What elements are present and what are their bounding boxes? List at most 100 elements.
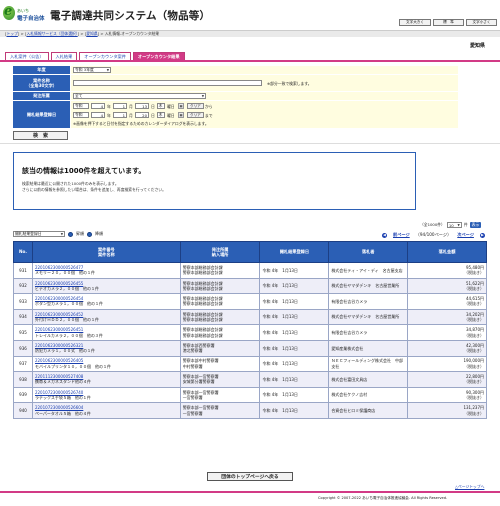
next-icon[interactable]: ▶ — [479, 232, 485, 238]
to-clear-button[interactable]: クリア — [187, 112, 204, 118]
row-section: 警察本部西警察署 港北警察署 — [179, 339, 261, 357]
row-company: 株式会社ケクノ吉村 — [328, 386, 409, 404]
row-company: 有限会社吉谷カメラ — [328, 324, 409, 341]
row-date: 令和 4年 1月13日 — [259, 277, 330, 295]
row-section: 警察本部一宮警察署 一宮警察署 — [179, 402, 261, 419]
result-count-row: （全1000件） 10 ▼ 件 表示 — [420, 222, 482, 228]
year-row: 年度 令和 3年度 ▼ — [13, 66, 458, 75]
row-section: 警察本部総務部会計課 警察本部総務部会計課 — [179, 277, 261, 295]
from-day-input[interactable]: 13 — [135, 103, 149, 109]
table-header-row: No. 案件番号 案件名称 発注所属 納入場所 開札結果登録日 落札者 落札金額 — [13, 241, 487, 263]
font-standard-button[interactable]: 標 準 — [433, 19, 464, 26]
case-number-link[interactable]: 2201062300000526452 — [35, 312, 83, 317]
from-clear-button[interactable]: クリア — [187, 103, 204, 109]
system-title: 電子調達共同システム（物品等） — [50, 10, 211, 22]
table-row: 937 2201062300000526405 モバイルプリンタ１０，００個 他の１… — [13, 355, 487, 373]
col-section: 発注所属 納入場所 — [179, 241, 261, 263]
case-number-link[interactable]: 2201062300000526405 — [35, 358, 83, 363]
font-small-button[interactable]: 文字小さく — [466, 19, 497, 26]
row-company: 株式会社富田文具店 — [328, 371, 409, 388]
case-number-link[interactable]: 2201062300000526451 — [35, 327, 83, 332]
case-name: ボタン型カメラ１，００個 他の１件 — [34, 301, 103, 307]
from-month-input[interactable]: 1 — [113, 103, 127, 109]
tab-bid-notice[interactable]: 入札案件（公告） — [5, 52, 49, 60]
date-hint: ※画像を押下すると日付を指定するためのカレンダーダイアログを表示します。 — [73, 121, 209, 126]
tab-underline — [0, 60, 500, 62]
sort-desc-radio[interactable] — [87, 231, 92, 237]
case-number-link[interactable]: 2201062300000526455 — [35, 281, 83, 286]
case-name: ビデオカメラ２，００個 他の１件 — [34, 285, 99, 291]
row-amount: 131,237円 （税抜き） — [407, 402, 487, 419]
next-page-link[interactable]: 次ページ — [457, 232, 474, 238]
to-weekday: 木 — [157, 112, 165, 118]
row-section: 警察本部総務部会計課 警察本部総務部会計課 — [179, 293, 261, 310]
case-name: ラテックス手袋５箱 他の１件 — [34, 395, 91, 401]
result-count: （全1000件） — [420, 222, 445, 227]
row-company: 合資会社ヒロミ保護商店 — [328, 402, 409, 419]
to-month-input[interactable]: 1 — [113, 112, 127, 118]
row-no: 934 — [13, 308, 33, 326]
prev-page-link[interactable]: 前ページ — [393, 232, 410, 238]
case-number-link[interactable]: 2201072300000526604 — [35, 405, 83, 410]
breadcrumb: [トップ] > [入札情報サービス（団体選択）] > [愛知県] > 入札情報-… — [5, 31, 160, 36]
breadcrumb-service[interactable]: 入札情報サービス（団体選択） — [26, 31, 77, 36]
tab-open-counter-case[interactable]: オープンカウンタ案件 — [79, 52, 131, 60]
row-date: 令和 4年 1月13日 — [259, 371, 330, 388]
col-no: No. — [13, 241, 33, 263]
table-row: 938 2201112300000527408 携帯＆メガネスタンド他の４件 警察本部… — [13, 371, 487, 388]
row-company: 愛知産業株式会社 — [328, 339, 409, 357]
row-amount: 34,870円 （税抜き） — [407, 324, 487, 341]
row-section: 警察本部総務部会計課 警察本部総務部会計課 — [179, 324, 261, 341]
to-day-input[interactable]: 20 — [135, 112, 149, 118]
row-company: 株式会社ヤマダデンキ 名古屋営業所 — [328, 308, 409, 326]
to-era-select[interactable]: 令和 — [73, 112, 89, 118]
font-large-button[interactable]: 文字大きく — [399, 19, 431, 26]
row-item: 2201072300000526604 ペーパータオル５箱 他の４件 — [31, 402, 181, 419]
tab-bid-result[interactable]: 入札結果 — [50, 52, 78, 60]
row-date: 令和 4年 1月13日 — [259, 402, 330, 419]
from-year-input[interactable]: 4 — [91, 103, 105, 109]
tab-bar: 入札案件（公告） 入札結果 オープンカウンタ案件 オープンカウンタ結果 — [5, 52, 185, 60]
breadcrumb-top[interactable]: トップ — [6, 31, 17, 36]
logo-text: 電子自治体 — [17, 16, 45, 22]
row-date: 令和 4年 1月13日 — [259, 262, 330, 279]
pager: ◀ 前ページ （94/100ページ） 次ページ ▶ — [382, 232, 485, 238]
row-item: 2201112300000527408 携帯＆メガネスタンド他の４件 — [31, 371, 181, 388]
case-name: トレイルカメラ２，００個 他の３件 — [34, 332, 103, 338]
row-item: 2201062300000526455 ビデオカメラ２，００個 他の１件 — [31, 277, 181, 295]
table-row: 933 2201062300000526454 ボタン型カメラ１，００個 他の１件警… — [13, 293, 487, 310]
row-no: 931 — [13, 262, 33, 279]
page-info: （94/100ページ） — [415, 232, 452, 237]
to-year-input[interactable]: 4 — [91, 112, 105, 118]
search-button[interactable]: 検 索 — [13, 131, 68, 140]
prev-icon[interactable]: ◀ — [382, 232, 387, 238]
tab-open-counter-result[interactable]: オープンカウンタ結果 — [132, 52, 185, 60]
per-page-select[interactable]: 10 ▼ — [446, 222, 462, 228]
row-no: 932 — [13, 277, 33, 295]
case-number-link[interactable]: 2201072300000526740 — [35, 390, 83, 395]
from-era-select[interactable]: 令和 — [73, 103, 89, 109]
case-name: メモリー２０，００個 他の１件 — [34, 270, 95, 276]
year-select[interactable]: 令和 3年度 ▼ — [73, 67, 111, 73]
sort-asc-radio[interactable] — [68, 231, 73, 237]
calendar-icon[interactable]: ▦ — [178, 103, 184, 109]
calendar-icon[interactable]: ▦ — [178, 112, 184, 118]
col-amount: 落札金額 — [407, 241, 487, 263]
row-item: 2201062300000526321 防犯カメラ１，００式 他の１件 — [31, 339, 181, 357]
page-top-link[interactable]: △ページトップへ — [455, 484, 484, 490]
name-input[interactable] — [73, 80, 262, 86]
row-company: 株式会社ヤマダデンキ 名古屋営業所 — [328, 277, 409, 295]
case-name: モバイルプリンタ１０，００個 他の１件 — [34, 363, 111, 369]
row-item: 2201062300000526454 ボタン型カメラ１，００個 他の１件 — [31, 293, 181, 310]
row-no: 940 — [13, 402, 33, 419]
section-select[interactable]: 全て ▼ — [73, 93, 206, 99]
back-to-top-button[interactable]: 団体のトップページへ戻る — [207, 472, 293, 481]
row-no: 937 — [13, 355, 33, 373]
table-row: 940 2201072300000526604 ペーパータオル５箱 他の４件 警察本部… — [13, 402, 487, 419]
display-button[interactable]: 表示 — [469, 222, 482, 228]
row-company: 株式会社ティ・アイ・ディ 名古屋支店 — [328, 262, 409, 279]
row-amount: 190,000円 （税抜き） — [407, 355, 487, 373]
table-row: 939 2201072300000526740 ラテックス手袋５箱 他の１件 警察本部… — [13, 386, 487, 404]
breadcrumb-org[interactable]: 愛知県 — [86, 31, 97, 36]
sort-field-select[interactable]: 開札結果登録日 ▼ — [13, 231, 65, 237]
